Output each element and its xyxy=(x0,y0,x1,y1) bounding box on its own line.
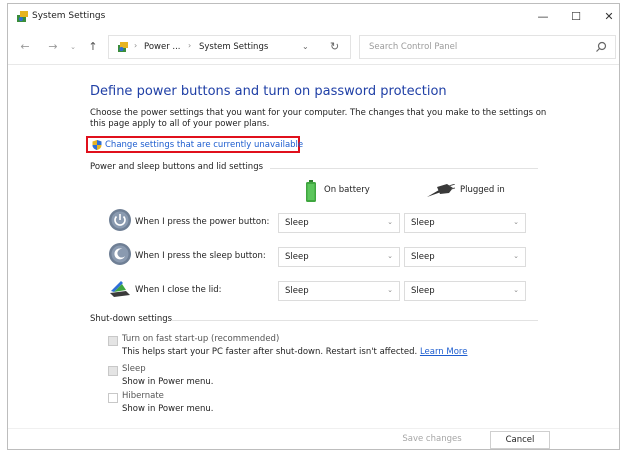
column-plugged-in: Plugged in xyxy=(460,185,505,195)
hibernate-checkbox[interactable] xyxy=(108,393,118,403)
window-title: System Settings xyxy=(32,11,106,21)
column-on-battery: On battery xyxy=(324,185,370,195)
close-lid-label: When I close the lid: xyxy=(135,285,222,295)
page-description: Choose the power settings that you want … xyxy=(90,108,547,129)
chevron-down-icon: ⌄ xyxy=(513,218,519,226)
control-panel-icon xyxy=(118,42,128,52)
address-dropdown-icon[interactable]: ⌄ xyxy=(302,42,309,51)
sleep-button-plugged-in-select[interactable]: Sleep ⌄ xyxy=(404,247,526,267)
navigation-bar: ← → ⌄ ↑ › Power ... › System Settings ⌄ … xyxy=(8,32,619,62)
select-value: Sleep xyxy=(285,252,309,262)
sleep-option-description: Show in Power menu. xyxy=(122,377,214,387)
breadcrumb-system-settings[interactable]: System Settings xyxy=(199,42,268,52)
control-panel-icon xyxy=(17,11,28,22)
divider xyxy=(8,428,619,429)
sleep-option-label: Sleep xyxy=(122,364,146,374)
divider xyxy=(8,64,619,65)
select-value: Sleep xyxy=(285,218,309,228)
power-button-label: When I press the power button: xyxy=(135,217,270,227)
fast-startup-description-text: This helps start your PC faster after sh… xyxy=(122,347,418,357)
sleep-checkbox[interactable] xyxy=(108,366,118,376)
select-value: Sleep xyxy=(411,252,435,262)
shutdown-section-title: Shut-down settings xyxy=(90,314,173,324)
change-settings-label[interactable]: Change settings that are currently unava… xyxy=(105,140,303,150)
sleep-button-icon xyxy=(109,243,131,265)
breadcrumb-separator: › xyxy=(188,41,192,50)
power-plug-icon xyxy=(427,184,455,197)
minimize-button[interactable]: — xyxy=(530,8,556,26)
change-settings-link[interactable]: Change settings that are currently unava… xyxy=(86,136,303,153)
close-lid-on-battery-select[interactable]: Sleep ⌄ xyxy=(278,281,400,301)
search-input[interactable]: Search Control Panel xyxy=(369,42,457,52)
sleep-button-on-battery-select[interactable]: Sleep ⌄ xyxy=(278,247,400,267)
chevron-down-icon: ⌄ xyxy=(387,252,393,260)
battery-icon xyxy=(306,180,316,202)
chevron-down-icon: ⌄ xyxy=(387,286,393,294)
breadcrumb-separator: › xyxy=(134,41,138,50)
up-arrow-icon[interactable]: ↑ xyxy=(86,40,100,54)
close-lid-plugged-in-select[interactable]: Sleep ⌄ xyxy=(404,281,526,301)
sleep-button-label: When I press the sleep button: xyxy=(135,251,266,261)
learn-more-link[interactable]: Learn More xyxy=(420,347,468,357)
search-icon[interactable] xyxy=(595,41,607,53)
power-section-title: Power and sleep buttons and lid settings xyxy=(90,162,264,172)
chevron-down-icon: ⌄ xyxy=(513,286,519,294)
laptop-lid-icon xyxy=(110,281,130,297)
control-panel-window: System Settings — ☐ ✕ ← → ⌄ ↑ › Power ..… xyxy=(7,3,620,450)
forward-arrow-icon[interactable]: → xyxy=(46,40,60,54)
uac-shield-icon xyxy=(92,140,102,150)
select-value: Sleep xyxy=(285,286,309,296)
recent-locations-icon[interactable]: ⌄ xyxy=(66,40,80,54)
hibernate-option-description: Show in Power menu. xyxy=(122,404,214,414)
search-box[interactable]: Search Control Panel xyxy=(359,35,616,59)
cancel-button[interactable]: Cancel xyxy=(490,431,550,449)
address-bar[interactable]: › Power ... › System Settings ⌄ ↻ xyxy=(108,35,351,59)
select-value: Sleep xyxy=(411,218,435,228)
breadcrumb-power[interactable]: Power ... xyxy=(144,42,181,52)
back-arrow-icon[interactable]: ← xyxy=(18,40,32,54)
fast-startup-label: Turn on fast start-up (recommended) xyxy=(122,334,280,344)
select-value: Sleep xyxy=(411,286,435,296)
title-bar: System Settings — ☐ ✕ xyxy=(8,4,619,30)
maximize-button[interactable]: ☐ xyxy=(563,8,589,26)
section-divider xyxy=(171,320,538,321)
power-button-plugged-in-select[interactable]: Sleep ⌄ xyxy=(404,213,526,233)
section-divider xyxy=(270,168,538,169)
refresh-icon[interactable]: ↻ xyxy=(330,40,339,53)
hibernate-option-label: Hibernate xyxy=(122,391,164,401)
close-button[interactable]: ✕ xyxy=(596,8,622,26)
chevron-down-icon: ⌄ xyxy=(513,252,519,260)
save-changes-button[interactable]: Save changes xyxy=(401,431,463,449)
chevron-down-icon: ⌄ xyxy=(387,218,393,226)
fast-startup-description: This helps start your PC faster after sh… xyxy=(122,347,467,357)
fast-startup-checkbox[interactable] xyxy=(108,336,118,346)
page-title: Define power buttons and turn on passwor… xyxy=(90,84,447,99)
power-button-icon xyxy=(109,209,131,231)
power-button-on-battery-select[interactable]: Sleep ⌄ xyxy=(278,213,400,233)
